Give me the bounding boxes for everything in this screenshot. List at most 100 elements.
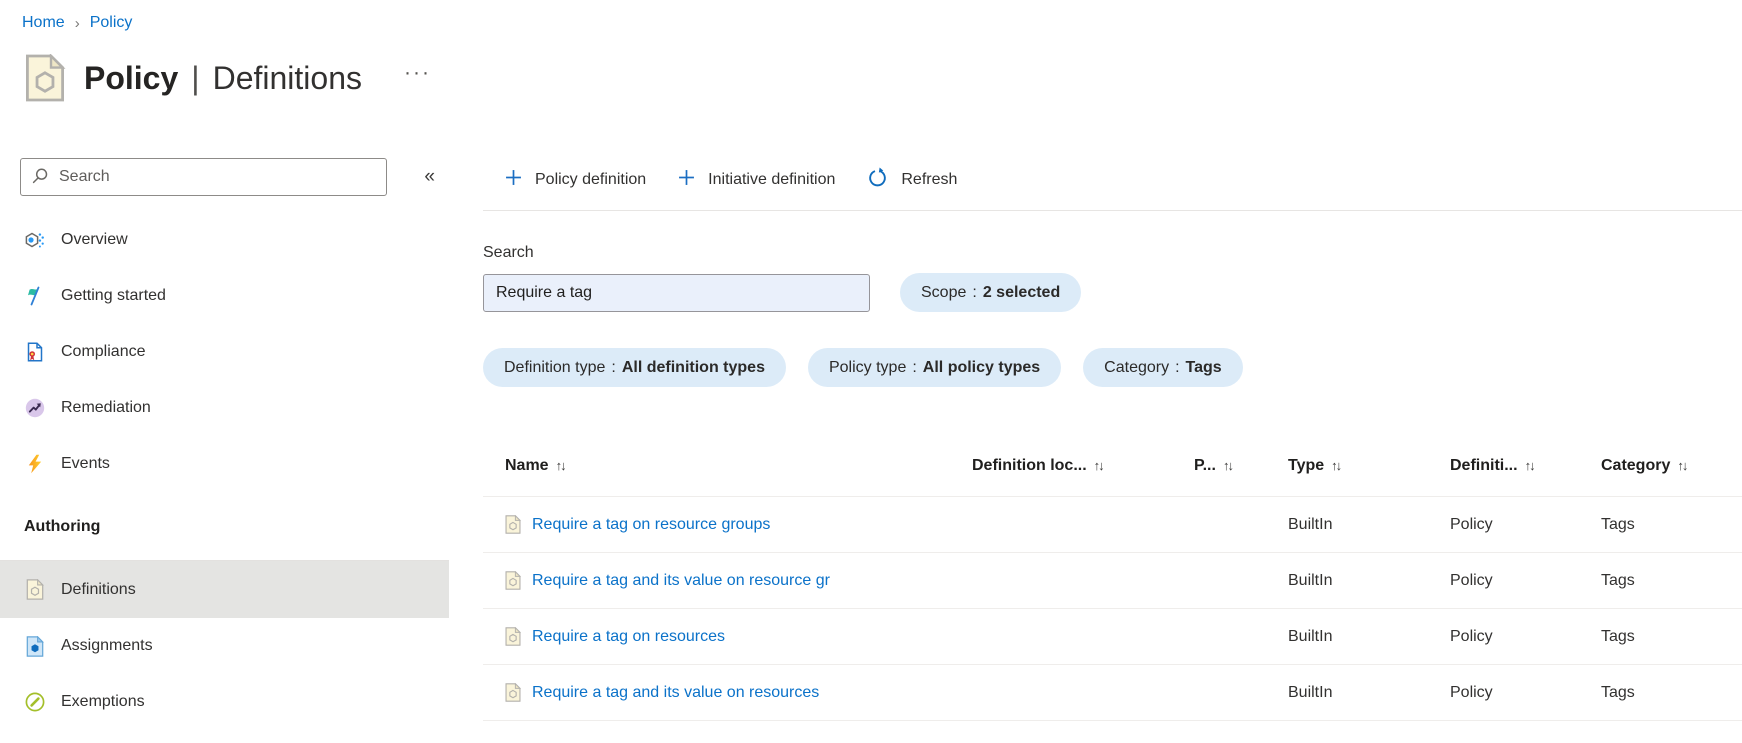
sidebar-item-label: Events: [61, 455, 110, 472]
definition-type-filter-pill[interactable]: Definition type : All definition types: [483, 348, 786, 387]
sidebar-item-remediation[interactable]: Remediation: [0, 380, 449, 436]
sort-icon: ↑↓: [1331, 458, 1342, 473]
button-label: Initiative definition: [708, 171, 836, 188]
pill-value: 2 selected: [982, 283, 1061, 301]
category-filter-pill[interactable]: Category : Tags: [1083, 348, 1243, 387]
sidebar-item-label: Overview: [61, 231, 128, 248]
filter-pills: Definition type : All definition types P…: [483, 348, 1742, 387]
column-header-definition-location[interactable]: Definition loc... ↑↓: [972, 457, 1194, 475]
pill-label: Category: [1104, 358, 1170, 376]
pill-separator: :: [912, 358, 917, 376]
pill-separator: :: [1175, 358, 1180, 376]
table-row[interactable]: Require a tag and its value on resource …: [483, 553, 1742, 609]
breadcrumb-home-link[interactable]: Home: [22, 14, 65, 32]
pill-separator: :: [972, 283, 977, 301]
sidebar-item-assignments[interactable]: Assignments: [0, 618, 449, 674]
events-icon: [24, 452, 46, 476]
refresh-button[interactable]: Refresh: [851, 161, 973, 199]
policy-definitions-page: Home › Policy Policy | Definitions ··· S…: [0, 0, 1742, 721]
sidebar-item-label: Getting started: [61, 287, 166, 304]
category-cell: Tags: [1601, 683, 1635, 701]
button-label: Refresh: [901, 171, 958, 188]
type-cell: BuiltIn: [1288, 571, 1333, 589]
type-cell: BuiltIn: [1288, 515, 1333, 533]
compliance-icon: [24, 340, 46, 364]
sidebar-nav: Overview Getting started Compliance Reme…: [0, 212, 449, 730]
scope-filter-pill[interactable]: Scope : 2 selected: [900, 273, 1082, 312]
policy-type-filter-pill[interactable]: Policy type : All policy types: [807, 348, 1062, 387]
column-label: P...: [1194, 456, 1216, 474]
sidebar-item-getting-started[interactable]: Getting started: [0, 268, 449, 324]
page-title: Policy | Definitions: [84, 60, 362, 97]
definition-link[interactable]: Require a tag and its value on resource …: [532, 572, 830, 590]
policy-definition-icon: [505, 627, 521, 646]
definition-link[interactable]: Require a tag on resources: [532, 628, 725, 646]
breadcrumb-chevron-icon: ›: [74, 15, 80, 32]
table-header: Name ↑↓ Definition loc... ↑↓ P... ↑↓ Typ…: [483, 435, 1742, 497]
sidebar-item-label: Assignments: [61, 637, 153, 654]
column-header-category[interactable]: Category ↑↓: [1601, 457, 1742, 475]
definition-link[interactable]: Require a tag and its value on resources: [532, 684, 819, 702]
column-label: Definiti...: [1450, 456, 1518, 474]
column-header-definition-type[interactable]: Definiti... ↑↓: [1450, 457, 1601, 475]
plus-icon: [678, 169, 695, 191]
pill-label: Definition type: [504, 358, 606, 376]
type-cell: BuiltIn: [1288, 683, 1333, 701]
refresh-icon: [867, 167, 888, 193]
column-label: Type: [1288, 456, 1325, 474]
assignments-icon: [24, 634, 46, 658]
pill-label: Policy type: [828, 358, 907, 376]
overview-icon: [24, 228, 46, 252]
column-header-name[interactable]: Name ↑↓: [505, 457, 972, 475]
getting-started-icon: [24, 284, 46, 308]
sort-icon: ↑↓: [555, 458, 567, 473]
pill-label: Scope: [921, 283, 967, 301]
pill-value: All policy types: [922, 358, 1041, 376]
exemptions-icon: [24, 690, 46, 714]
sidebar-item-label: Definitions: [61, 580, 136, 598]
collapse-sidebar-button[interactable]: «: [424, 166, 435, 188]
sidebar-item-compliance[interactable]: Compliance: [0, 324, 449, 380]
sidebar-item-events[interactable]: Events: [0, 436, 449, 492]
pill-value: All definition types: [621, 358, 765, 376]
column-label: Definition loc...: [972, 456, 1087, 474]
definition-link[interactable]: Require a tag on resource groups: [532, 516, 770, 534]
sidebar-item-overview[interactable]: Overview: [0, 212, 449, 268]
definition-type-cell: Policy: [1450, 515, 1493, 533]
main-content: Policy definition Initiative definition: [449, 158, 1742, 721]
table-row[interactable]: Require a tag on resource groups BuiltIn…: [483, 497, 1742, 553]
definition-search-input[interactable]: [483, 273, 870, 312]
definition-type-cell: Policy: [1450, 571, 1493, 589]
column-label: Category: [1601, 456, 1671, 474]
policy-definition-icon: [505, 571, 521, 590]
pill-separator: :: [611, 358, 616, 376]
type-cell: BuiltIn: [1288, 627, 1333, 645]
table-row[interactable]: Require a tag and its value on resources…: [483, 665, 1742, 721]
sort-icon: ↑↓: [1524, 458, 1536, 473]
more-options-button[interactable]: ···: [404, 61, 431, 85]
category-cell: Tags: [1601, 571, 1635, 589]
pill-value: Tags: [1185, 358, 1222, 376]
initiative-definition-button[interactable]: Initiative definition: [662, 161, 851, 199]
definitions-table: Name ↑↓ Definition loc... ↑↓ P... ↑↓ Typ…: [483, 435, 1742, 721]
button-label: Policy definition: [535, 171, 647, 188]
page-title-resource: Policy: [84, 59, 179, 96]
search-icon: [31, 167, 49, 190]
definition-type-cell: Policy: [1450, 627, 1493, 645]
sort-icon: ↑↓: [1093, 458, 1105, 473]
sidebar-item-definitions[interactable]: Definitions: [0, 561, 449, 618]
table-row[interactable]: Require a tag on resources BuiltIn Polic…: [483, 609, 1742, 665]
policy-definition-button[interactable]: Policy definition: [489, 161, 662, 199]
sidebar-search: [20, 158, 387, 196]
breadcrumb-policy-link[interactable]: Policy: [90, 14, 133, 32]
remediation-icon: [24, 396, 46, 420]
sidebar: « Overview: [0, 158, 449, 712]
sidebar-item-exemptions[interactable]: Exemptions: [0, 674, 449, 730]
column-header-type[interactable]: Type ↑↓: [1288, 457, 1450, 475]
sort-icon: ↑↓: [1222, 458, 1234, 473]
page-title-separator: |: [191, 59, 200, 96]
sidebar-search-input[interactable]: [20, 158, 387, 196]
column-header-p[interactable]: P... ↑↓: [1194, 457, 1288, 475]
definitions-icon: [24, 578, 46, 602]
sort-icon: ↑↓: [1677, 458, 1688, 473]
